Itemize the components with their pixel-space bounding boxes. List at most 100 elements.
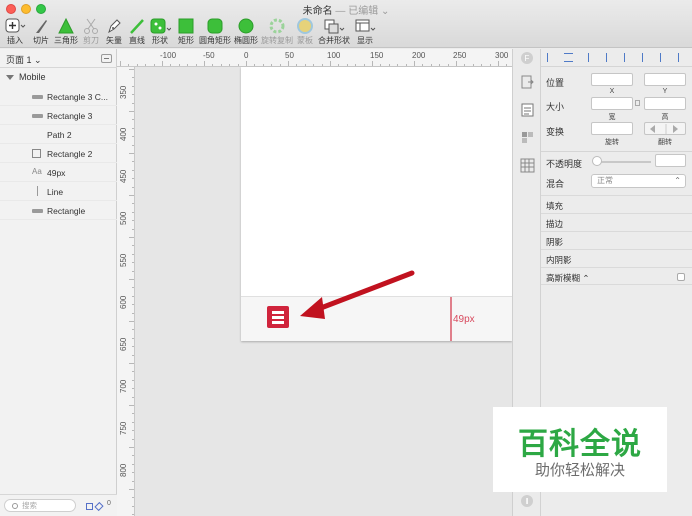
- layer-name: Path 2: [47, 130, 72, 140]
- symbols-icon: [522, 132, 533, 143]
- x-input[interactable]: [591, 73, 633, 86]
- rectangle-icon: [32, 209, 43, 213]
- vector-label: 矢量: [106, 36, 122, 45]
- layer-row[interactable]: Path 2: [0, 125, 117, 144]
- align-bottom-icon[interactable]: [678, 53, 687, 62]
- oval-icon: [233, 17, 259, 36]
- layer-name: Rectangle 2: [47, 149, 93, 159]
- blend-mode-value: 正常: [597, 176, 613, 185]
- align-right-icon[interactable]: [624, 53, 633, 62]
- rounded-rect-button[interactable]: 圆角矩形: [199, 17, 231, 47]
- combine-shapes-button[interactable]: 合并形状: [318, 17, 350, 47]
- layer-row[interactable]: Aa 49px: [0, 163, 117, 182]
- plus-icon: [3, 17, 27, 36]
- watermark-subtitle: 助你轻松解决: [534, 462, 625, 479]
- watermark: 百科全说 助你轻松解决: [493, 407, 667, 492]
- mask-icon: [295, 17, 315, 36]
- combine-shapes-label: 合并形状: [318, 36, 350, 45]
- size-label: 大小: [546, 102, 565, 112]
- vector-button[interactable]: 矢量: [104, 17, 124, 47]
- width-input[interactable]: [591, 97, 633, 110]
- page-selector[interactable]: 页面 1 ⌄: [6, 53, 42, 66]
- edit-icon[interactable]: [94, 501, 104, 512]
- ruler-tick-label: 550: [119, 253, 128, 267]
- fill-section[interactable]: 填充: [541, 195, 692, 213]
- opacity-slider-knob[interactable]: [592, 156, 602, 166]
- layer-search-input[interactable]: 搜索: [4, 499, 76, 512]
- layer-row[interactable]: Line: [0, 182, 117, 201]
- ruler-tick-label: 150: [370, 51, 384, 60]
- document-status: — 已编辑 ⌄: [332, 6, 390, 17]
- disclosure-triangle-icon[interactable]: [6, 75, 14, 80]
- ruler-tick-label: -50: [203, 51, 215, 60]
- document-name: 未命名: [302, 6, 333, 17]
- blur-section[interactable]: 高斯模糊 ⌃: [541, 267, 692, 285]
- blend-mode-select[interactable]: 正常 ⌃: [591, 174, 686, 188]
- shape-button[interactable]: 形状: [149, 17, 172, 47]
- align-center-icon[interactable]: [606, 53, 615, 62]
- border-label: 描边: [546, 219, 564, 229]
- slice-button[interactable]: 切片: [31, 17, 51, 47]
- info-icon: [521, 495, 533, 507]
- layer-name: Rectangle 3: [47, 111, 93, 121]
- rectangle-button[interactable]: 矩形: [177, 17, 195, 47]
- opacity-label: 不透明度: [546, 159, 583, 169]
- layer-name: Rectangle 3 C...: [47, 92, 108, 102]
- inner-shadow-section[interactable]: 内阴影: [541, 249, 692, 267]
- align-middle-icon[interactable]: [660, 53, 669, 62]
- rotate-input[interactable]: [591, 122, 633, 135]
- rectangle-icon: [32, 95, 43, 99]
- ruler-tick-label: 100: [327, 51, 341, 60]
- triangle-button[interactable]: 三角形: [53, 17, 79, 47]
- align-left-icon[interactable]: [588, 53, 597, 62]
- x-label: X: [609, 88, 615, 95]
- insert-button[interactable]: 插入: [3, 17, 27, 47]
- layer-row[interactable]: Rectangle 3: [0, 106, 117, 125]
- layers-icon[interactable]: [86, 503, 93, 510]
- height-input[interactable]: [644, 97, 686, 110]
- inspector-divider: [541, 151, 692, 152]
- blur-checkbox[interactable]: [677, 273, 685, 281]
- scissors-button[interactable]: 剪刀: [81, 17, 101, 47]
- ruler-tick-label: 200: [412, 51, 426, 60]
- opacity-input[interactable]: [655, 154, 686, 167]
- distribute-vertical-icon[interactable]: [564, 53, 573, 62]
- add-page-icon[interactable]: [101, 54, 112, 63]
- line-label: 直线: [129, 36, 145, 45]
- ruler-tick-label: 650: [119, 337, 128, 351]
- y-input[interactable]: [644, 73, 686, 86]
- red-arrow-annotation: [300, 270, 415, 319]
- artboard-row[interactable]: Mobile: [0, 68, 117, 87]
- rotate-label: 旋转: [605, 139, 619, 146]
- flower-icon: [261, 17, 293, 36]
- rectangle-icon: [177, 17, 195, 36]
- shape-icon: [149, 17, 172, 36]
- oval-button[interactable]: 椭圆形: [233, 17, 259, 47]
- scissors-label: 剪刀: [83, 36, 99, 45]
- insert-label: 插入: [7, 36, 23, 45]
- opacity-slider-track[interactable]: [594, 161, 651, 163]
- shadow-section[interactable]: 阴影: [541, 231, 692, 249]
- layer-row[interactable]: Rectangle: [0, 201, 117, 220]
- layer-row[interactable]: Rectangle 2: [0, 144, 117, 163]
- vertical-ruler: 350 400 450 500 550 600 650 700 750 800: [117, 67, 135, 516]
- y-label: Y: [662, 88, 668, 95]
- align-top-icon[interactable]: [642, 53, 651, 62]
- flip-buttons[interactable]: [644, 122, 686, 135]
- mask-button[interactable]: 蒙板: [295, 17, 315, 47]
- ruler-tick-label: 800: [119, 463, 128, 477]
- border-section[interactable]: 描边: [541, 213, 692, 231]
- rotate-copies-button[interactable]: 旋转复制: [261, 17, 293, 47]
- layer-row[interactable]: Rectangle 3 C...: [0, 87, 117, 106]
- line-button[interactable]: 直线: [127, 17, 147, 47]
- view-button[interactable]: 显示: [354, 17, 376, 47]
- distribute-horizontal-icon[interactable]: [547, 53, 556, 62]
- knife-icon: [31, 17, 51, 36]
- ruler-tick-label: 300: [495, 51, 509, 60]
- ruler-tick-label: 250: [453, 51, 467, 60]
- canvas[interactable]: 49px: [135, 67, 512, 516]
- lock-icon[interactable]: [635, 100, 640, 106]
- svg-text:F: F: [525, 54, 530, 63]
- shadow-label: 阴影: [546, 237, 564, 247]
- combine-shapes-icon: [318, 17, 350, 36]
